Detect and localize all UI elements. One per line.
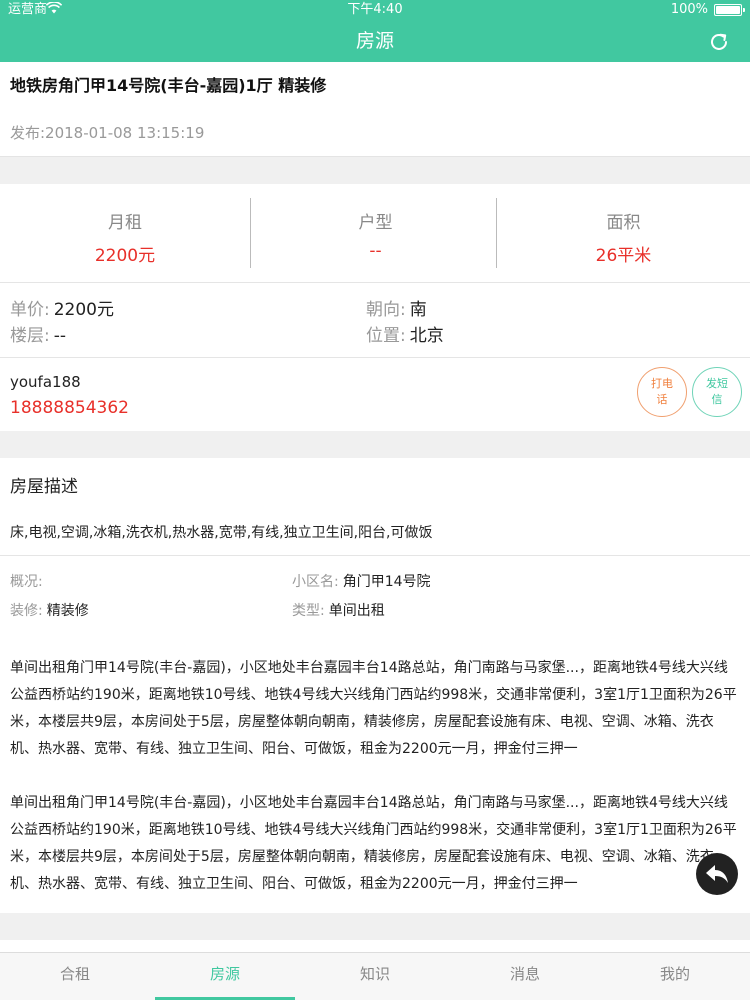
detail-unit-price: 单价: 2200元 [10,295,114,320]
bottom-spacer [0,940,750,952]
detail-value: 北京 [409,326,444,346]
stat-label: 户型 [358,213,393,233]
stat-value: -- [369,241,382,261]
detail-label: 楼层: [10,326,50,346]
stat-label: 面积 [606,213,641,233]
description-paragraph: 单间出租角门甲14号院(丰台-嘉园)，小区地处丰台嘉园丰台14路总站，角门南路与… [10,660,737,757]
contact-phone[interactable]: 18888854362 [10,398,129,418]
stat-value: 2200元 [94,246,156,266]
detail-orientation: 朝向: 南 [366,295,427,320]
call-button[interactable]: 打电话 [637,367,687,417]
detail-value: 2200元 [53,300,114,320]
info-overview: 概况: [10,571,47,591]
stat-label: 月租 [108,213,142,233]
stat-layout: 户型 -- [250,198,500,268]
back-arrow-icon [706,865,728,883]
listing-title: 地铁房角门甲14号院(丰台-嘉园)1厅 精装修 [10,76,327,95]
amenities-list: 床,电视,空调,冰箱,洗衣机,热水器,宽带,有线,独立卫生间,阳台,可做饭 [10,525,433,541]
page-title: 房源 [355,30,394,52]
tab-messages[interactable]: 消息 [450,953,600,1000]
info-value: 角门甲14号院 [342,574,431,590]
description-paragraph: 单间出租角门甲14号院(丰台-嘉园)，小区地处丰台嘉园丰台14路总站，角门南路与… [10,795,737,892]
tab-bar: 合租 房源 知识 消息 我的 [0,952,750,1000]
info-community: 小区名: 角门甲14号院 [292,571,431,591]
tab-knowledge[interactable]: 知识 [300,953,450,1000]
refresh-icon [711,33,727,50]
contact-row: youfa188 18888854362 打电话 发短信 [0,358,750,431]
status-time: 下午4:40 [347,2,403,17]
refresh-button[interactable] [704,27,734,57]
detail-value: -- [53,326,67,346]
detail-label: 单价: [10,300,50,320]
contact-name: youfa188 [10,373,81,391]
publish-date: 发布:2018-01-08 13:15:19 [10,124,205,142]
battery-percent: 100% [670,2,708,17]
battery-icon [714,4,745,16]
section-title: 房屋描述 [10,477,78,497]
description-section: 房屋描述 床,电视,空调,冰箱,洗衣机,热水器,宽带,有线,独立卫生间,阳台,可… [0,458,750,913]
detail-label: 朝向: [366,300,406,320]
sms-button[interactable]: 发短信 [692,367,742,417]
info-label: 类型: [292,603,325,619]
info-label: 小区名: [292,574,339,590]
detail-floor: 楼层: -- [10,321,66,346]
info-value: 单间出租 [328,603,385,619]
info-value: 精装修 [46,603,89,619]
info-label: 装修: [10,603,43,619]
stat-rent: 月租 2200元 [0,198,250,268]
back-button[interactable] [696,853,738,895]
details-grid: 单价: 2200元 朝向: 南 楼层: -- 位置: 北京 [0,283,750,358]
info-type: 类型: 单间出租 [292,600,385,620]
tab-listings[interactable]: 房源 [150,953,300,1000]
listing-summary: 月租 2200元 户型 -- 面积 26平米 单价: 2200元 朝向: 南 楼层:… [0,184,750,431]
detail-value: 南 [409,300,427,320]
status-bar: 运营商 下午4:40 100% [0,0,750,20]
detail-location: 位置: 北京 [366,321,444,346]
top-bar: 运营商 下午4:40 100% 房源 [0,0,750,62]
stat-area: 面积 26平米 [496,198,750,268]
stat-value: 26平米 [595,246,652,266]
detail-label: 位置: [366,326,406,346]
info-label: 概况: [10,574,43,590]
info-decoration: 装修: 精装修 [10,600,89,620]
listing-header: 地铁房角门甲14号院(丰台-嘉园)1厅 精装修 发布:2018-01-08 13… [0,62,750,157]
stats-row: 月租 2200元 户型 -- 面积 26平米 [0,184,750,283]
tab-profile[interactable]: 我的 [600,953,750,1000]
divider [0,555,750,556]
tab-shared-rent[interactable]: 合租 [0,953,150,1000]
